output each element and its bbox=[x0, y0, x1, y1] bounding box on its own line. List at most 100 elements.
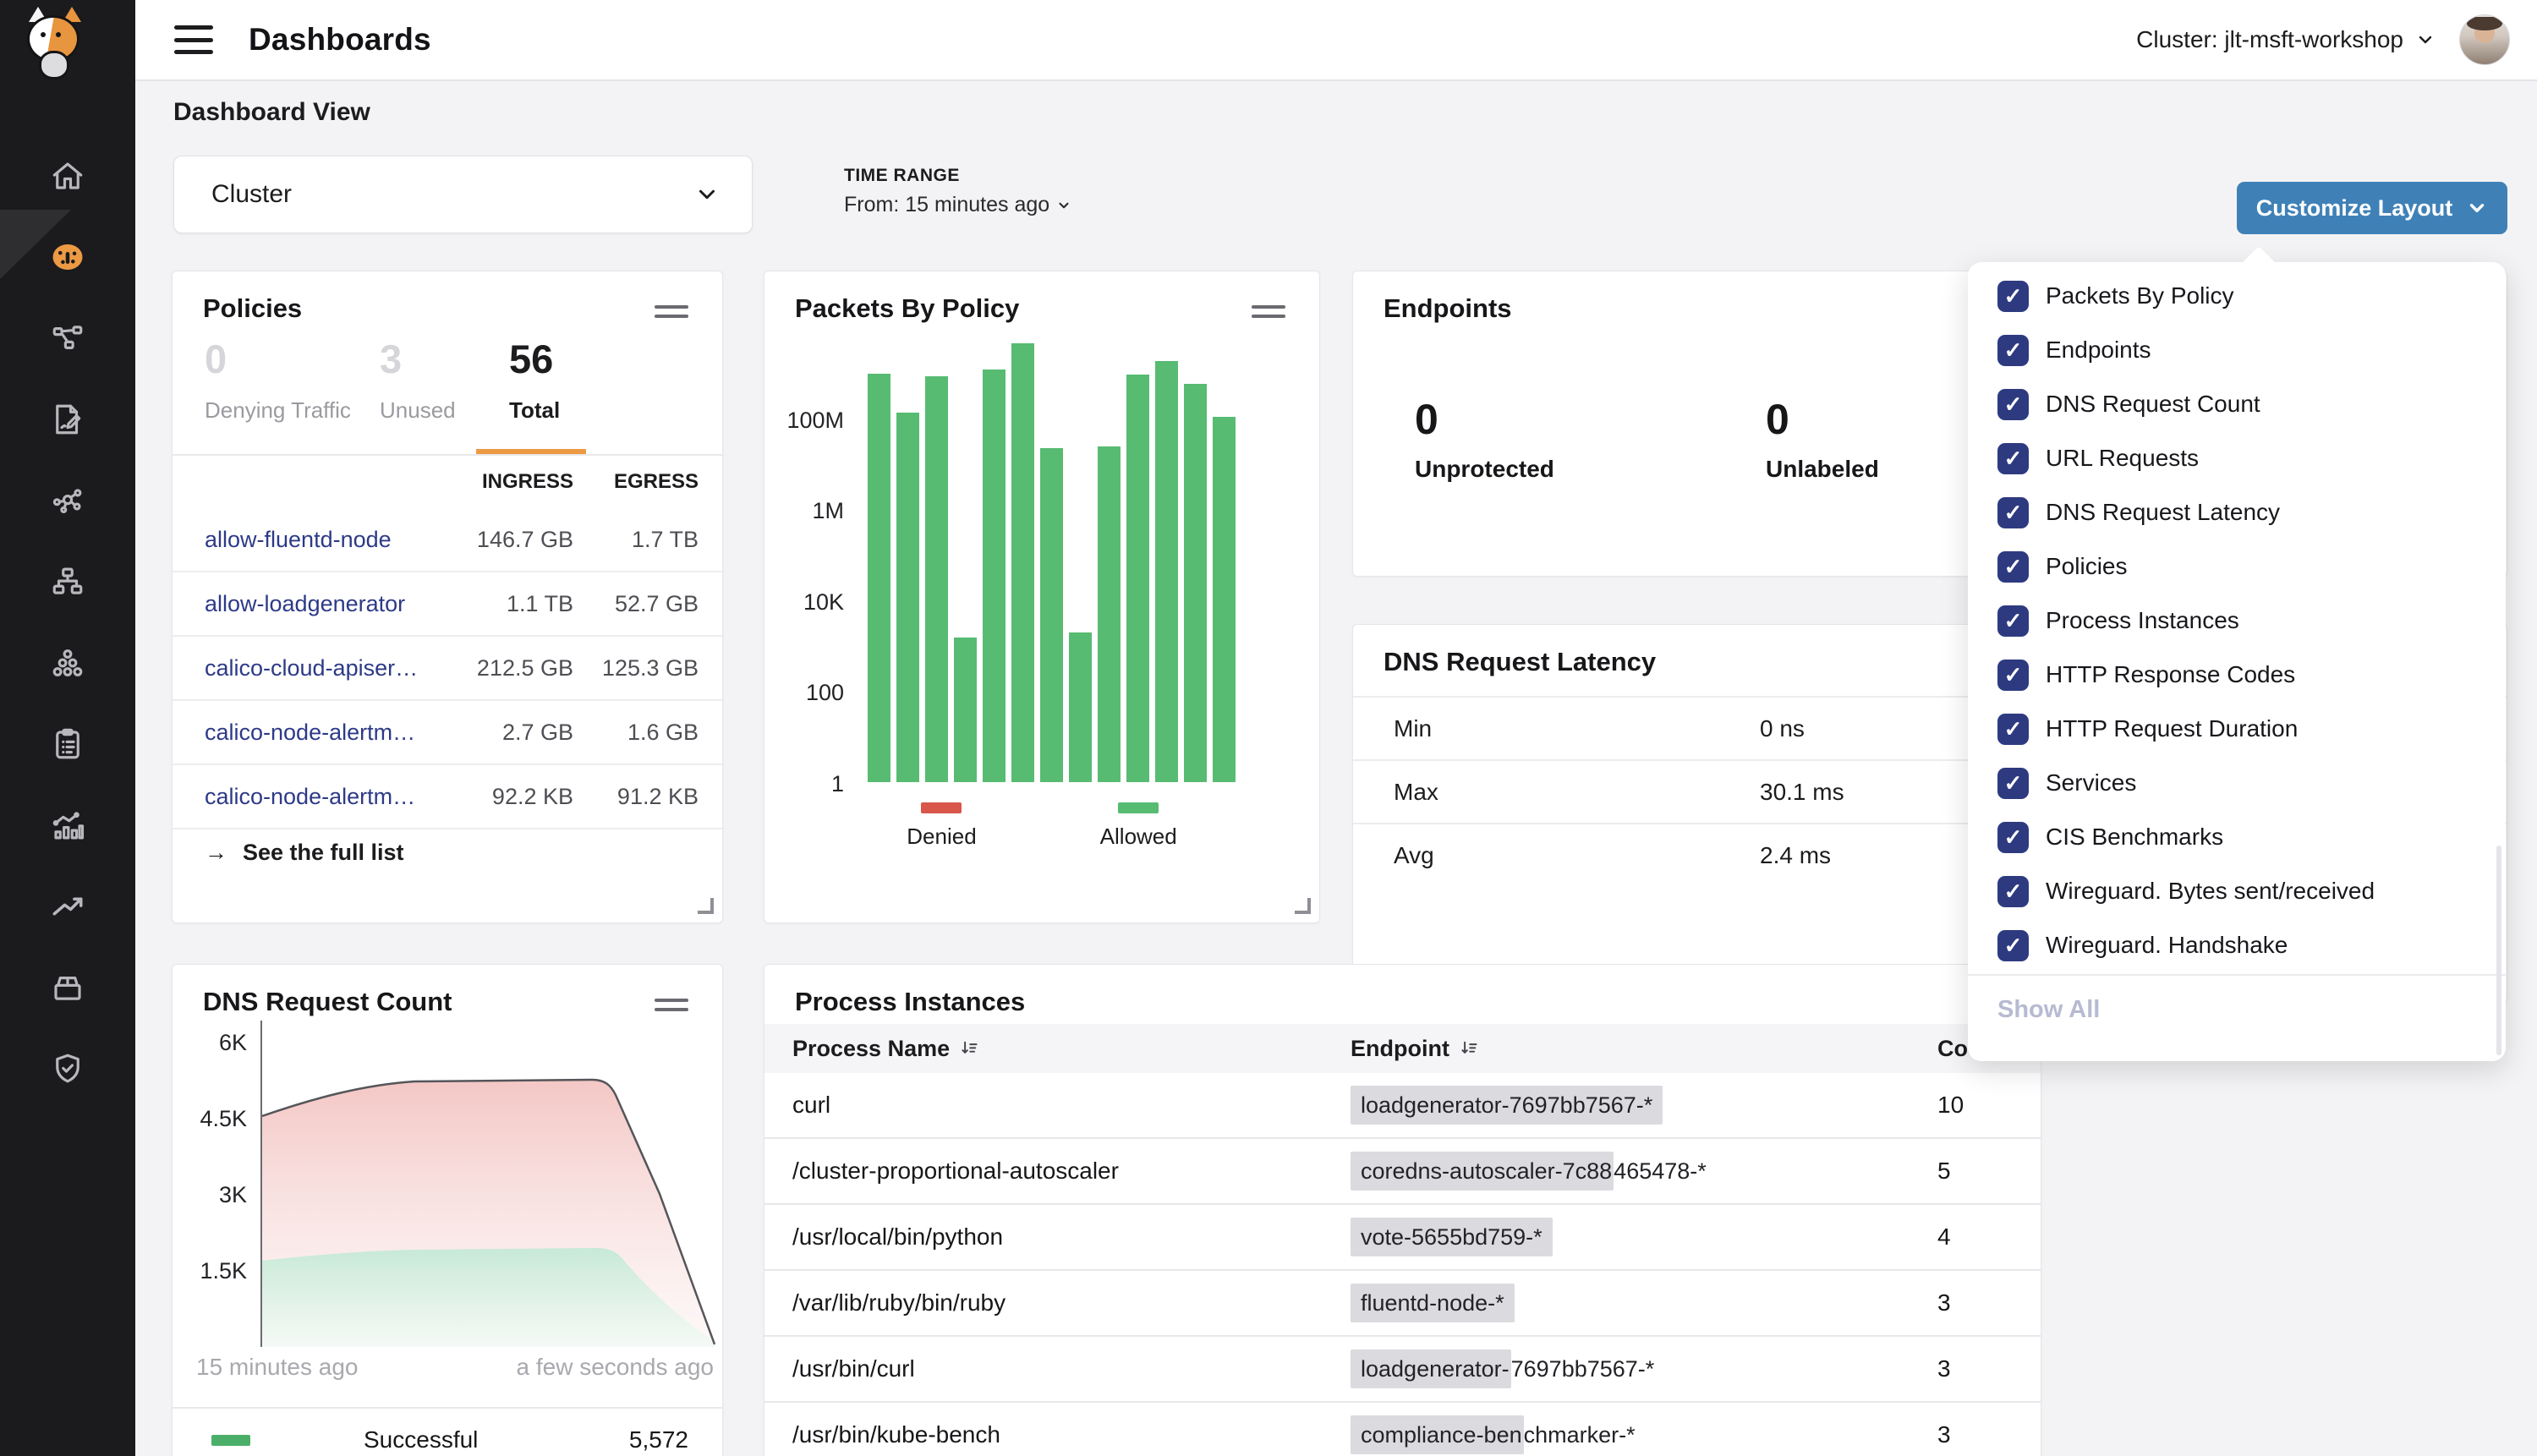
policy-ingress-value: 92.2 KB bbox=[425, 784, 573, 810]
policy-egress-value: 91.2 KB bbox=[573, 784, 699, 810]
sort-icon bbox=[960, 1039, 978, 1058]
sitemap-tree-icon bbox=[50, 564, 85, 599]
y-tick-label: 3K bbox=[173, 1182, 247, 1208]
divider bbox=[173, 1407, 722, 1409]
policy-row: calico-node-alertmana… 92.2 KB 91.2 KB bbox=[173, 765, 722, 829]
calico-cat-logo-icon[interactable] bbox=[19, 7, 85, 74]
layout-option[interactable]: ✓ HTTP Request Duration bbox=[1968, 702, 2506, 756]
sort-process-name[interactable]: Process Name bbox=[792, 1036, 1351, 1062]
sidebar-item-workloads[interactable] bbox=[0, 622, 135, 703]
policy-name-link[interactable]: calico-node-alertmana… bbox=[205, 720, 425, 746]
hamburger-menu-icon[interactable] bbox=[174, 25, 213, 54]
checkbox-checked-icon[interactable]: ✓ bbox=[1997, 389, 2029, 420]
sidebar-item-service-graph[interactable] bbox=[0, 298, 135, 379]
checkbox-checked-icon[interactable]: ✓ bbox=[1997, 822, 2029, 853]
policy-name-link[interactable]: allow-fluentd-node bbox=[205, 527, 425, 553]
process-count: 10 bbox=[1937, 1092, 2041, 1119]
sidebar-item-trends[interactable] bbox=[0, 866, 135, 947]
layout-option-label: Policies bbox=[2046, 553, 2127, 580]
packets-legend: Denied Allowed bbox=[764, 802, 1319, 850]
layout-option[interactable]: ✓ Wireguard. Bytes sent/received bbox=[1968, 864, 2506, 918]
card-title: DNS Request Count bbox=[203, 987, 452, 1017]
checkbox-checked-icon[interactable]: ✓ bbox=[1997, 876, 2029, 907]
endpoint-highlight: compliance-ben bbox=[1351, 1415, 1524, 1454]
cluster-selector[interactable]: Cluster: jlt-msft-workshop bbox=[2136, 26, 2436, 53]
dropdown-scrollbar[interactable] bbox=[2496, 846, 2501, 1055]
checkbox-checked-icon[interactable]: ✓ bbox=[1997, 281, 2029, 312]
layout-option[interactable]: ✓ DNS Request Count bbox=[1968, 377, 2506, 431]
stat-unlabeled: 0 Unlabeled bbox=[1766, 398, 1879, 483]
latency-metric-label: Min bbox=[1394, 715, 1432, 742]
layout-option-label: DNS Request Latency bbox=[2046, 499, 2280, 526]
checkbox-checked-icon[interactable]: ✓ bbox=[1997, 930, 2029, 961]
layout-option[interactable]: ✓ DNS Request Latency bbox=[1968, 485, 2506, 539]
endpoint-highlight: coredns-autoscaler-7c88 bbox=[1351, 1152, 1614, 1191]
layout-option[interactable]: ✓ Wireguard. Handshake bbox=[1968, 918, 2506, 972]
checkbox-checked-icon[interactable]: ✓ bbox=[1997, 443, 2029, 474]
sidebar-item-policies[interactable] bbox=[0, 379, 135, 460]
package-box-icon bbox=[50, 970, 85, 1005]
layout-option-label: DNS Request Count bbox=[2046, 391, 2260, 418]
customize-layout-button[interactable]: Customize Layout bbox=[2237, 182, 2507, 234]
stat-total[interactable]: 56 Total bbox=[509, 339, 560, 424]
packets-by-policy-card: Packets By Policy 100M1M10K1001 Denied A… bbox=[764, 271, 1320, 923]
policy-name-link[interactable]: calico-node-alertmana… bbox=[205, 784, 425, 810]
layout-option[interactable]: ✓ Endpoints bbox=[1968, 323, 2506, 377]
checkbox-checked-icon[interactable]: ✓ bbox=[1997, 497, 2029, 528]
see-full-list-link[interactable]: → See the full list bbox=[205, 840, 404, 866]
layout-option-label: Wireguard. Bytes sent/received bbox=[2046, 878, 2375, 905]
y-tick-label: 1M bbox=[764, 498, 844, 524]
sidebar-item-nodes[interactable] bbox=[0, 541, 135, 622]
sidebar bbox=[0, 0, 135, 1456]
resize-handle[interactable] bbox=[1295, 898, 1311, 914]
policy-name-link[interactable]: allow-loadgenerator bbox=[205, 591, 425, 617]
drag-handle-icon[interactable] bbox=[655, 305, 688, 324]
layout-option[interactable]: ✓ Services bbox=[1968, 756, 2506, 810]
time-range: TIME RANGE From: 15 minutes ago bbox=[844, 166, 1071, 217]
layout-option[interactable]: ✓ URL Requests bbox=[1968, 431, 2506, 485]
arrow-right-icon: → bbox=[205, 840, 227, 866]
policy-name-link[interactable]: calico-cloud-apiserver-… bbox=[205, 655, 425, 681]
packets-bar bbox=[1126, 375, 1149, 782]
process-row: /usr/bin/curl loadgenerator-7697bb7567-*… bbox=[764, 1337, 2041, 1403]
drag-handle-icon[interactable] bbox=[655, 999, 688, 1017]
sidebar-item-network-sets[interactable] bbox=[0, 460, 135, 541]
sidebar-item-compliance[interactable] bbox=[0, 703, 135, 785]
stat-denying-traffic[interactable]: 0 Denying Traffic bbox=[205, 339, 351, 424]
sort-endpoint[interactable]: Endpoint bbox=[1351, 1036, 1937, 1062]
checkbox-checked-icon[interactable]: ✓ bbox=[1997, 768, 2029, 799]
layout-option[interactable]: ✓ Policies bbox=[1968, 539, 2506, 594]
latency-metric-value: 2.4 ms bbox=[1760, 842, 1831, 869]
checkbox-checked-icon[interactable]: ✓ bbox=[1997, 605, 2029, 637]
user-avatar[interactable] bbox=[2459, 14, 2510, 65]
drag-handle-icon[interactable] bbox=[1252, 305, 1285, 324]
checkbox-checked-icon[interactable]: ✓ bbox=[1997, 551, 2029, 583]
time-range-value[interactable]: From: 15 minutes ago bbox=[844, 193, 1071, 217]
layout-option[interactable]: ✓ CIS Benchmarks bbox=[1968, 810, 2506, 864]
layout-option[interactable]: ✓ Process Instances bbox=[1968, 594, 2506, 648]
sidebar-item-packages[interactable] bbox=[0, 947, 135, 1028]
sort-icon bbox=[1460, 1039, 1478, 1058]
process-endpoint: loadgenerator-7697bb7567-* bbox=[1351, 1092, 1937, 1119]
show-all-link[interactable]: Show All bbox=[1997, 983, 2100, 1037]
latency-metric-label: Max bbox=[1394, 779, 1438, 806]
policy-ingress-value: 2.7 GB bbox=[425, 720, 573, 746]
checkbox-checked-icon[interactable]: ✓ bbox=[1997, 335, 2029, 366]
process-endpoint: vote-5655bd759-* bbox=[1351, 1224, 1937, 1251]
home-icon bbox=[50, 158, 85, 194]
sidebar-item-security[interactable] bbox=[0, 1028, 135, 1109]
sidebar-item-dashboards-active[interactable] bbox=[0, 216, 135, 298]
stat-unused[interactable]: 3 Unused bbox=[380, 339, 456, 424]
dashboard-view-select[interactable]: Cluster bbox=[173, 156, 753, 233]
checkbox-checked-icon[interactable]: ✓ bbox=[1997, 660, 2029, 691]
bar-chart-line-icon bbox=[50, 807, 85, 843]
sidebar-item-reports[interactable] bbox=[0, 785, 135, 866]
dashboard-screen: Dashboards Cluster: jlt-msft-workshop Da… bbox=[0, 0, 2537, 1456]
packets-bar bbox=[1184, 384, 1207, 782]
checkbox-checked-icon[interactable]: ✓ bbox=[1997, 714, 2029, 745]
layout-option[interactable]: ✓ HTTP Response Codes bbox=[1968, 648, 2506, 702]
layout-option[interactable]: ✓ Packets By Policy bbox=[1968, 269, 2506, 323]
process-name: /usr/local/bin/python bbox=[792, 1223, 1351, 1251]
sidebar-item-home[interactable] bbox=[0, 135, 135, 216]
resize-handle[interactable] bbox=[698, 898, 714, 914]
